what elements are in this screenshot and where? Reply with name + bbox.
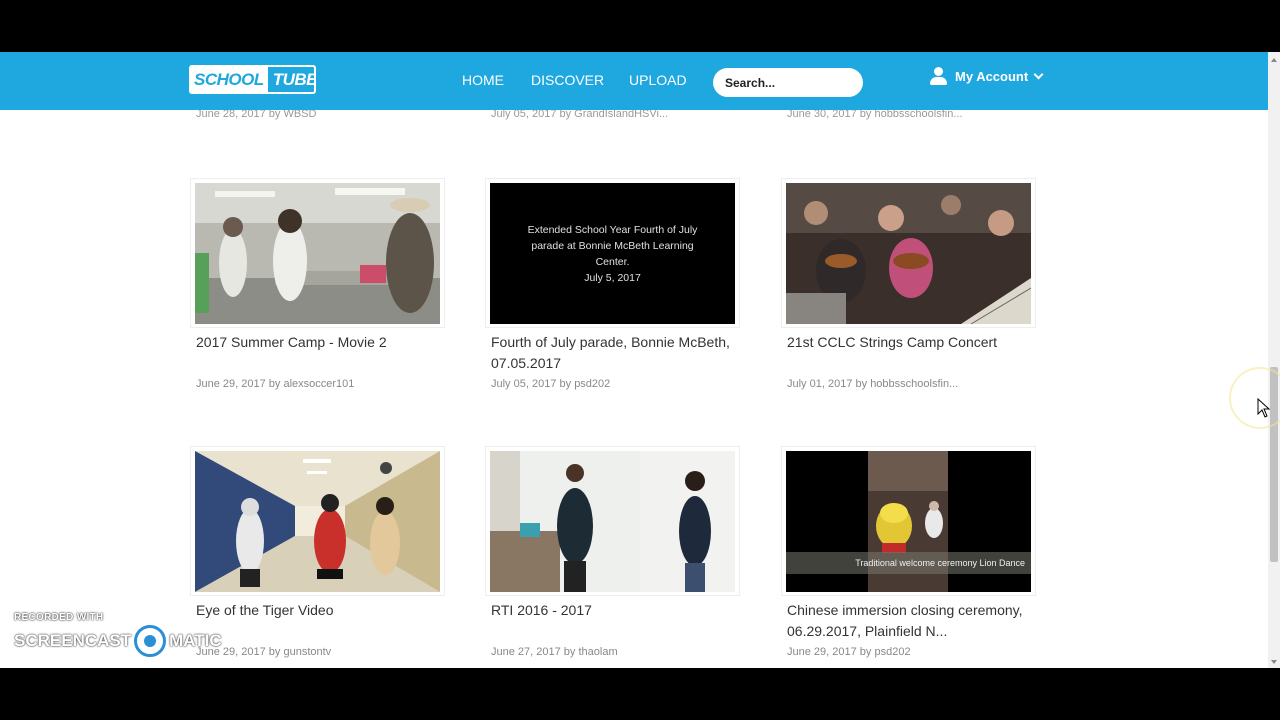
video-title[interactable]: Eye of the Tiger Video — [196, 600, 458, 621]
video-date: June 27, 2017 — [491, 646, 561, 658]
thumbnail-caption: Center. — [595, 255, 630, 268]
video-uploader[interactable]: psd202 — [574, 378, 610, 390]
page-viewport: SCHOOL TUBE HOME DISCOVER UPLOAD My Acco… — [0, 52, 1268, 668]
video-meta: July 05, 2017 by psd202 — [491, 378, 610, 390]
search-input[interactable] — [713, 68, 863, 97]
by-label: by — [268, 646, 281, 658]
page-scrollbar[interactable] — [1268, 52, 1280, 668]
scroll-up-icon[interactable] — [1271, 58, 1277, 62]
by-label: by — [855, 378, 868, 390]
watermark-brand-right: MATIC — [169, 631, 222, 650]
thumbnail-lion-dance: Traditional welcome ceremony Lion Dance — [786, 451, 1031, 592]
by-label: by — [859, 646, 872, 658]
video-thumbnail[interactable] — [781, 178, 1036, 328]
video-meta: June 29, 2017 by alexsoccer101 — [196, 378, 354, 390]
thumbnail-strings-concert — [786, 183, 1031, 324]
video-date: June 29, 2017 — [196, 378, 266, 390]
watermark-brand-left: SCREENCAST — [14, 631, 132, 650]
video-uploader[interactable]: gunstontv — [283, 646, 331, 658]
screencast-watermark: RECORDED WITH SCREENCAST MATIC — [14, 612, 222, 657]
thumbnail-eye-of-the-tiger — [195, 451, 440, 592]
my-account-menu[interactable]: My Account — [930, 67, 1044, 85]
nav-home-link[interactable]: HOME — [462, 72, 504, 88]
my-account-label: My Account — [955, 68, 1029, 84]
video-title[interactable]: Chinese immersion closing ceremony, 06.2… — [787, 600, 1049, 641]
video-meta: June 29, 2017 by psd202 — [787, 646, 911, 658]
logo-text-tube: TUBE — [272, 69, 316, 89]
video-uploader[interactable]: psd202 — [874, 646, 910, 658]
scroll-down-icon[interactable] — [1271, 660, 1277, 664]
video-thumbnail[interactable] — [190, 446, 445, 596]
thumbnail-rti — [490, 451, 735, 592]
nav-discover-link[interactable]: DISCOVER — [531, 72, 604, 88]
video-title[interactable]: 2017 Summer Camp - Movie 2 — [196, 332, 458, 353]
thumbnail-caption: Extended School Year Fourth of July — [527, 223, 698, 236]
chevron-down-icon — [1033, 69, 1044, 79]
by-label: by — [563, 646, 576, 658]
video-title[interactable]: 21st CCLC Strings Camp Concert — [787, 332, 1049, 353]
video-thumbnail[interactable] — [190, 178, 445, 328]
thumbnail-summer-camp — [195, 183, 440, 324]
watermark-recorded-with: RECORDED WITH — [14, 612, 104, 623]
thumbnail-fourth-of-july: Extended School Year Fourth of July para… — [490, 183, 735, 324]
schooltube-logo[interactable]: SCHOOL TUBE — [189, 65, 316, 94]
user-icon — [930, 67, 947, 85]
screencast-logo-icon — [134, 625, 167, 657]
video-date: June 29, 2017 — [787, 646, 857, 658]
video-title[interactable]: RTI 2016 - 2017 — [491, 600, 753, 621]
video-uploader[interactable]: alexsoccer101 — [283, 378, 354, 390]
video-thumbnail[interactable]: Extended School Year Fourth of July para… — [485, 178, 740, 328]
video-meta: June 27, 2017 by thaolam — [491, 646, 618, 658]
video-date: July 05, 2017 — [491, 378, 557, 390]
mouse-cursor-icon — [1257, 398, 1271, 418]
watermark-brand: SCREENCAST MATIC — [14, 625, 222, 657]
video-title[interactable]: Fourth of July parade, Bonnie McBeth, 07… — [491, 332, 753, 373]
video-uploader[interactable]: thaolam — [578, 646, 617, 658]
thumbnail-caption: July 5, 2017 — [584, 271, 641, 284]
by-label: by — [559, 378, 572, 390]
top-navbar: SCHOOL TUBE HOME DISCOVER UPLOAD My Acco… — [0, 52, 1268, 110]
video-date: July 01, 2017 — [787, 378, 853, 390]
video-uploader[interactable]: hobbsschoolsfin... — [870, 378, 958, 390]
video-thumbnail[interactable]: Traditional welcome ceremony Lion Dance — [781, 446, 1036, 596]
thumbnail-caption: parade at Bonnie McBeth Learning — [531, 239, 694, 252]
logo-text-school: SCHOOL — [191, 67, 268, 92]
nav-upload-link[interactable]: UPLOAD — [629, 72, 687, 88]
video-meta: July 01, 2017 by hobbsschoolsfin... — [787, 378, 958, 390]
thumbnail-caption: Traditional welcome ceremony Lion Dance — [786, 552, 1031, 574]
by-label: by — [268, 378, 281, 390]
video-thumbnail[interactable] — [485, 446, 740, 596]
